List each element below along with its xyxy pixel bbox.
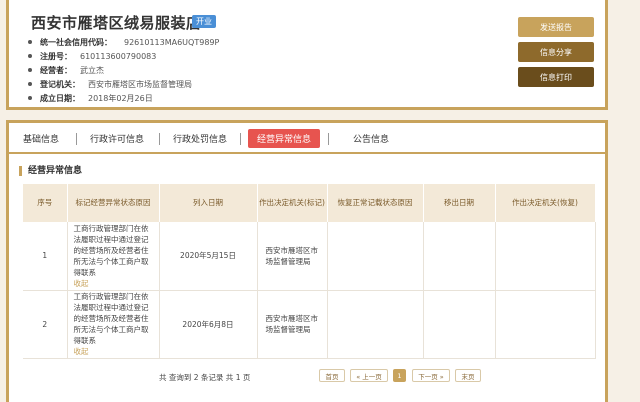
cell-date: 2020年5月15日: [159, 222, 258, 291]
first-page-button[interactable]: 首页: [319, 369, 345, 382]
status-badge: 开业: [192, 15, 216, 28]
cell-restore-org: [495, 222, 596, 291]
section-title: 经营异常信息: [19, 166, 82, 176]
reg-number-label: 注册号：: [40, 52, 72, 61]
abnormal-info-table: 序号 标记经营异常状态原因 列入日期 作出决定机关(标记) 恢复正常记载状态原因…: [23, 184, 596, 359]
cell-restore-org: [495, 290, 596, 359]
tab-basic-info[interactable]: 基础信息: [23, 132, 59, 145]
reg-number-value: 610113600790083: [80, 52, 157, 61]
reason-text: 工商行政管理部门在依法履职过程中通过登记的经营场所及经营者住所无法与个体工商户取…: [73, 292, 149, 345]
authority-label: 登记机关：: [40, 80, 80, 89]
cell-restore-reason: [327, 222, 424, 291]
tab-divider: [76, 133, 77, 145]
company-card: 西安市雁塔区绒易服装店 开业 统一社会信用代码： 92610113MA6UQT98…: [6, 0, 608, 110]
cell-remove-date: [423, 290, 496, 359]
cell-remove-date: [423, 222, 496, 291]
abnormal-info-panel: 经营异常信息 序号 标记经营异常状态原因 列入日期 作出决定机关(标记) 恢复正…: [6, 154, 608, 402]
bullet-icon: [28, 82, 32, 86]
table-row: 2 工商行政管理部门在依法履职过程中通过登记的经营场所及经营者住所无法与个体工商…: [23, 290, 596, 359]
collapse-link[interactable]: 收起: [74, 346, 153, 357]
reason-text: 工商行政管理部门在依法履职过程中通过登记的经营场所及经营者住所无法与个体工商户取…: [73, 223, 149, 277]
col-header-org: 作出决定机关(标记): [257, 184, 328, 222]
print-info-button[interactable]: 信息打印: [518, 67, 594, 87]
operator-label: 经营者：: [40, 66, 72, 75]
authority-value: 西安市雁塔区市场监督管理局: [88, 80, 192, 89]
col-header-restore-org: 作出决定机关(恢复): [495, 184, 596, 222]
cell-org: 西安市雁塔区市场监督管理局: [257, 290, 328, 359]
authority-row: 登记机关： 西安市雁塔区市场监督管理局: [40, 79, 192, 90]
tab-admin-license[interactable]: 行政许可信息: [90, 132, 144, 145]
company-name: 西安市雁塔区绒易服装店: [31, 14, 202, 32]
tab-abnormal-operation[interactable]: 经营异常信息: [248, 129, 321, 148]
col-header-date: 列入日期: [159, 184, 258, 222]
col-header-remove-date: 移出日期: [423, 184, 496, 222]
tab-announcements[interactable]: 公告信息: [353, 132, 389, 145]
established-value: 2018年02月26日: [88, 94, 153, 103]
established-row: 成立日期： 2018年02月26日: [40, 93, 153, 104]
prev-page-button[interactable]: « 上一页: [350, 369, 388, 382]
col-header-restore-reason: 恢复正常记载状态原因: [327, 184, 424, 222]
bullet-icon: [28, 68, 32, 72]
tab-divider: [159, 133, 160, 145]
collapse-link[interactable]: 收起: [74, 278, 153, 289]
table-row: 1 工商行政管理部门在依法履职过程中通过登记的经营场所及经营者住所无法与个体工商…: [23, 222, 596, 291]
share-info-button[interactable]: 信息分享: [518, 42, 594, 62]
operator-value: 武立杰: [80, 66, 104, 75]
reg-number-row: 注册号： 610113600790083: [40, 51, 156, 62]
tab-divider: [240, 133, 241, 145]
send-report-button[interactable]: 发送报告: [518, 17, 594, 37]
credit-code-label: 统一社会信用代码：: [40, 38, 112, 47]
table-header-row: 序号 标记经营异常状态原因 列入日期 作出决定机关(标记) 恢复正常记载状态原因…: [23, 184, 596, 222]
cell-reason: 工商行政管理部门在依法履职过程中通过登记的经营场所及经营者住所无法与个体工商户取…: [67, 290, 160, 359]
credit-code-row: 统一社会信用代码： 92610113MA6UQT989P: [40, 37, 219, 48]
bullet-icon: [28, 40, 32, 44]
cell-restore-reason: [327, 290, 424, 359]
operator-row: 经营者： 武立杰: [40, 65, 104, 76]
bullet-icon: [28, 96, 32, 100]
next-page-button[interactable]: 下一页 »: [412, 369, 450, 382]
cell-date: 2020年6月8日: [159, 290, 258, 359]
col-header-reason: 标记经营异常状态原因: [67, 184, 160, 222]
cell-no: 2: [23, 290, 68, 359]
cell-org: 西安市雁塔区市场监督管理局: [257, 222, 328, 291]
cell-reason: 工商行政管理部门在依法履职过程中通过登记的经营场所及经营者住所无法与个体工商户取…: [67, 222, 160, 291]
cell-no: 1: [23, 222, 68, 291]
last-page-button[interactable]: 末页: [455, 369, 481, 382]
tab-divider: [328, 133, 329, 145]
tab-bar: 基础信息 行政许可信息 行政处罚信息 经营异常信息 公告信息: [6, 120, 608, 154]
pagination-summary: 共 查询到 2 条记录 共 1 页: [159, 373, 251, 382]
credit-code-value: 92610113MA6UQT989P: [124, 38, 220, 47]
tab-admin-penalty[interactable]: 行政处罚信息: [173, 132, 227, 145]
current-page-button[interactable]: 1: [393, 369, 406, 382]
bullet-icon: [28, 54, 32, 58]
col-header-no: 序号: [23, 184, 68, 222]
established-label: 成立日期：: [40, 94, 80, 103]
